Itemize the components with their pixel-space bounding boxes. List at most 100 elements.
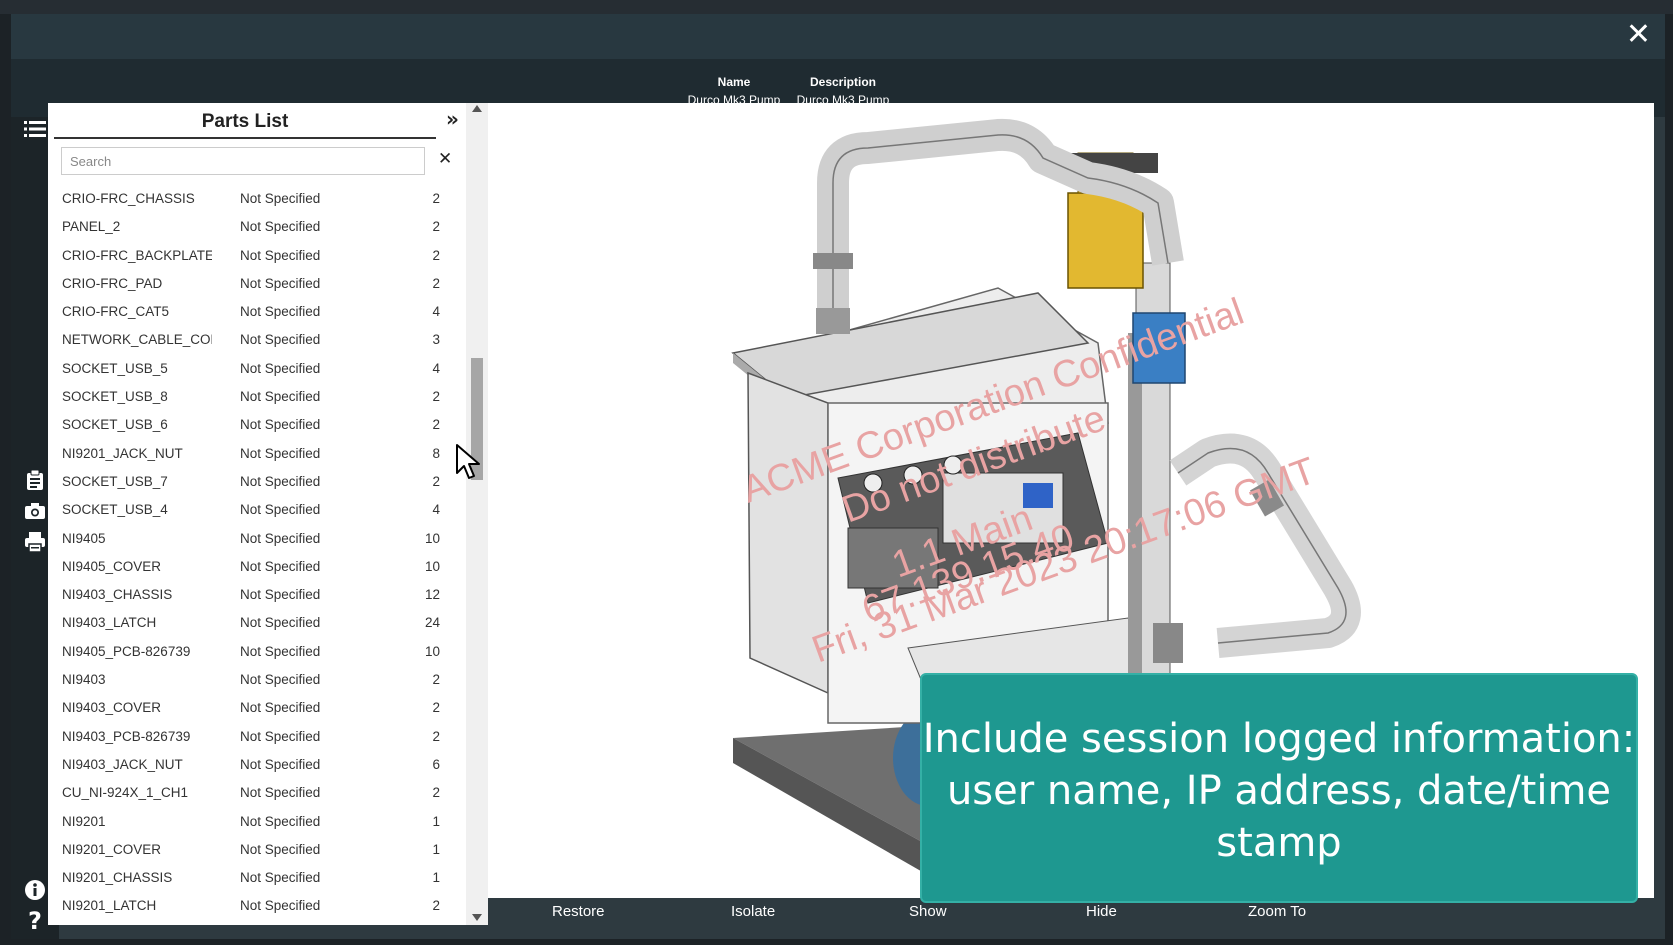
part-quantity: 10	[424, 643, 440, 659]
table-row[interactable]: NI9201_JACK_NUT Not Specified 8	[48, 440, 478, 468]
table-row[interactable]: NI9201_LATCH Not Specified 2	[48, 892, 478, 920]
table-row[interactable]: SOCKET_USB_8 Not Specified 2	[48, 383, 478, 411]
part-quantity: 4	[432, 502, 440, 518]
table-row[interactable]: SOCKET_USB_5 Not Specified 4	[48, 355, 478, 383]
part-quantity: 2	[432, 389, 440, 405]
table-row[interactable]: NI9403_LATCH Not Specified 24	[48, 609, 478, 637]
table-row[interactable]: NI9201_CHASSIS Not Specified 1	[48, 864, 478, 892]
part-status: Not Specified	[240, 332, 321, 348]
table-row[interactable]: NI9403_JACK_NUT Not Specified 6	[48, 751, 478, 779]
table-row[interactable]: NI9405_COVER Not Specified 10	[48, 553, 478, 581]
table-row[interactable]: SOCKET_USB_7 Not Specified 2	[48, 468, 478, 496]
clipboard-icon[interactable]	[22, 468, 48, 492]
part-status: Not Specified	[240, 473, 321, 489]
part-quantity: 2	[432, 672, 440, 688]
part-name: SOCKET_USB_4	[62, 502, 168, 518]
table-row[interactable]: PANEL_2 Not Specified 2	[48, 213, 478, 241]
part-name: NI9201_CHASSIS	[62, 870, 173, 886]
part-name: NI9403_JACK_NUT	[62, 756, 183, 772]
background-app-bar	[0, 0, 1673, 14]
table-row[interactable]: NI9403_COVER Not Specified 2	[48, 694, 478, 722]
table-row[interactable]: NI9403 Not Specified 2	[48, 666, 478, 694]
part-quantity: 2	[432, 473, 440, 489]
part-quantity: 3	[432, 332, 440, 348]
part-status: Not Specified	[240, 841, 321, 857]
part-name: NI9403_PCB-826739	[62, 728, 191, 744]
table-row[interactable]: NI9403_PCB-826739 Not Specified 2	[48, 723, 478, 751]
part-name: CRIO-FRC_CAT5	[62, 304, 170, 320]
collapse-panel-icon[interactable]: »	[446, 107, 459, 131]
part-name: PANEL_2	[62, 219, 121, 235]
info-icon[interactable]	[22, 878, 48, 902]
part-status: Not Specified	[240, 700, 321, 716]
hide-button[interactable]: Hide	[1086, 903, 1117, 920]
part-name: CRIO-FRC_BACKPLATE	[62, 247, 212, 263]
part-status: Not Specified	[240, 728, 321, 744]
description-label: Description	[809, 75, 876, 89]
part-name: CRIO-FRC_PAD	[62, 275, 163, 291]
part-name: SOCKET_USB_5	[62, 360, 168, 376]
search-input[interactable]	[61, 147, 425, 175]
print-icon[interactable]	[22, 530, 48, 554]
close-icon[interactable]: ✕	[1626, 20, 1651, 50]
show-button[interactable]: Show	[909, 903, 947, 920]
table-row[interactable]: NI9201_PCB-759056Not Specified1	[48, 921, 478, 925]
table-row[interactable]: NI9405 Not Specified 10	[48, 525, 478, 553]
part-quantity: 2	[432, 898, 440, 914]
help-icon[interactable]: ?	[22, 907, 48, 935]
table-row[interactable]: CRIO-FRC_BACKPLATE Not Specified 2	[48, 242, 478, 270]
parts-table: CRIO-FRC_CHASSIS Not Specified 2 PANEL_2 Not…	[48, 185, 478, 925]
part-status: Not Specified	[240, 756, 321, 772]
part-status: Not Specified	[240, 672, 321, 688]
part-quantity: 2	[432, 247, 440, 263]
part-name: NI9403_COVER	[62, 700, 162, 716]
part-status: Not Specified	[240, 191, 321, 206]
scroll-down-arrow-icon[interactable]	[472, 914, 482, 921]
part-status: Not Specified	[240, 813, 321, 829]
part-quantity: 2	[432, 728, 440, 744]
part-quantity: 1	[432, 841, 440, 857]
zoom-to-button[interactable]: Zoom To	[1248, 903, 1306, 920]
table-row[interactable]: CU_NI-924X_1_CH1 Not Specified 2	[48, 779, 478, 807]
part-status: Not Specified	[240, 530, 321, 546]
annotation-callout: Include session logged information: user…	[920, 673, 1638, 903]
part-status: Not Specified	[240, 898, 321, 914]
part-quantity: 4	[432, 304, 440, 320]
name-label: Name	[717, 75, 751, 89]
part-status: Not Specified	[240, 389, 321, 405]
part-name: CU_NI-924X_1_CH1	[62, 785, 189, 801]
table-row[interactable]: NI9201 Not Specified 1	[48, 808, 478, 836]
table-row[interactable]: SOCKET_USB_6 Not Specified 2	[48, 411, 478, 439]
part-quantity: 12	[424, 587, 440, 603]
table-row[interactable]: NI9403_CHASSIS Not Specified 12	[48, 581, 478, 609]
part-name: NI9403_LATCH	[62, 615, 157, 631]
part-name: SOCKET_USB_6	[62, 417, 168, 433]
part-quantity: 2	[432, 275, 440, 291]
part-status: Not Specified	[240, 558, 321, 574]
part-name: NI9405_PCB-826739	[62, 643, 191, 659]
parts-list-scrollbar[interactable]	[466, 103, 488, 925]
mouse-cursor-icon	[456, 444, 480, 479]
list-icon[interactable]	[22, 117, 48, 141]
scroll-up-arrow-icon[interactable]	[472, 105, 482, 112]
part-name: NI9403	[62, 672, 106, 688]
part-quantity: 1	[432, 813, 440, 829]
table-row[interactable]: NETWORK_CABLE_CON... Not Specified 3	[48, 326, 478, 354]
restore-button[interactable]: Restore	[552, 903, 605, 920]
clear-search-icon[interactable]: ✕	[438, 149, 452, 169]
part-status: Not Specified	[240, 360, 321, 376]
part-status: Not Specified	[240, 304, 321, 320]
part-quantity: 1	[432, 870, 440, 886]
part-quantity: 24	[424, 615, 440, 631]
part-name: NI9201	[62, 813, 106, 829]
part-quantity: 8	[432, 445, 440, 461]
isolate-button[interactable]: Isolate	[731, 903, 775, 920]
table-row[interactable]: NI9405_PCB-826739 Not Specified 10	[48, 638, 478, 666]
table-row[interactable]: CRIO-FRC_CHASSIS Not Specified 2	[48, 185, 478, 213]
table-row[interactable]: CRIO-FRC_PAD Not Specified 2	[48, 270, 478, 298]
table-row[interactable]: SOCKET_USB_4 Not Specified 4	[48, 496, 478, 524]
table-row[interactable]: CRIO-FRC_CAT5 Not Specified 4	[48, 298, 478, 326]
camera-icon[interactable]	[22, 499, 48, 523]
table-row[interactable]: NI9201_COVER Not Specified 1	[48, 836, 478, 864]
part-name: NI9201_JACK_NUT	[62, 445, 183, 461]
